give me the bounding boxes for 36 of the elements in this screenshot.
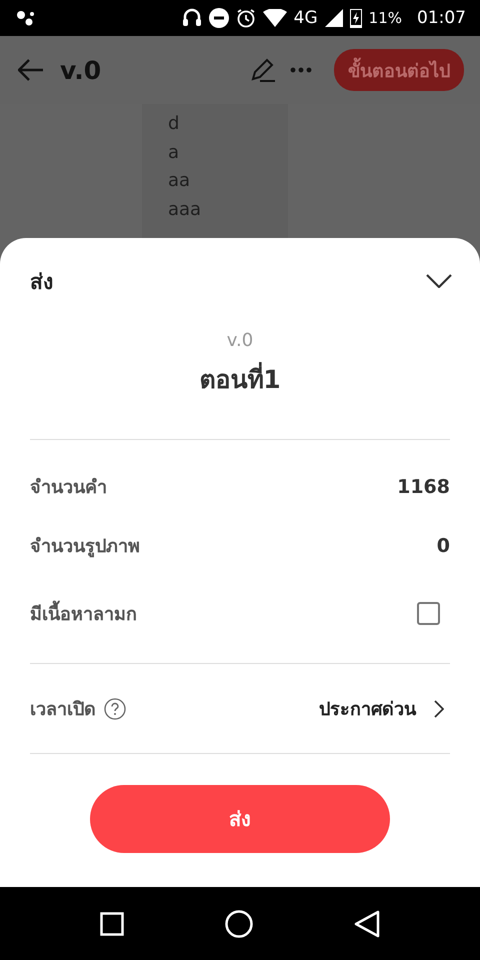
chevron-right-icon[interactable] <box>434 700 444 718</box>
row-label: จำนวนรูปภาพ <box>30 535 140 560</box>
row-label: มีเนื้อหาลามก <box>30 598 137 628</box>
do-not-disturb-icon <box>208 8 229 28</box>
version-label: v.0 <box>226 330 254 351</box>
publish-time-value[interactable]: ประกาศด่วน <box>319 694 416 723</box>
notification-dots-icon <box>16 10 36 26</box>
count-value: 0 <box>436 534 450 556</box>
pencil-icon[interactable] <box>250 57 276 83</box>
wifi-icon <box>262 9 287 27</box>
collapse-chevron-icon[interactable] <box>426 274 452 288</box>
back-arrow-icon[interactable] <box>18 59 44 81</box>
sheet-title: ส่ง <box>30 268 53 296</box>
battery-icon <box>350 8 362 28</box>
recent-apps-icon[interactable] <box>100 912 124 936</box>
alarm-clock-icon <box>236 8 256 28</box>
network-type: 4G <box>294 8 318 28</box>
text-line: d <box>168 113 180 134</box>
row-label: เวลาเปิด <box>30 698 96 722</box>
row-label: จำนวนคำ <box>30 476 107 500</box>
text-line: a <box>168 142 180 162</box>
signal-icon <box>324 9 343 27</box>
text-line: aaa <box>168 198 202 220</box>
help-icon[interactable] <box>104 698 126 720</box>
text-line: aa <box>168 170 190 191</box>
more-options-icon[interactable] <box>290 67 312 73</box>
submit-button[interactable]: ส่ง <box>90 785 390 853</box>
battery-percent: 11% <box>368 9 402 27</box>
back-icon[interactable] <box>354 910 380 938</box>
checkbox[interactable] <box>417 602 440 624</box>
count-value: 1168 <box>397 476 450 498</box>
home-icon[interactable] <box>224 910 253 938</box>
clock-time: 01:07 <box>417 8 466 28</box>
chapter-title: v.0 <box>60 56 102 84</box>
next-step-button[interactable]: ขั้นตอนต่อไป <box>334 49 464 91</box>
headset-icon <box>182 7 202 29</box>
